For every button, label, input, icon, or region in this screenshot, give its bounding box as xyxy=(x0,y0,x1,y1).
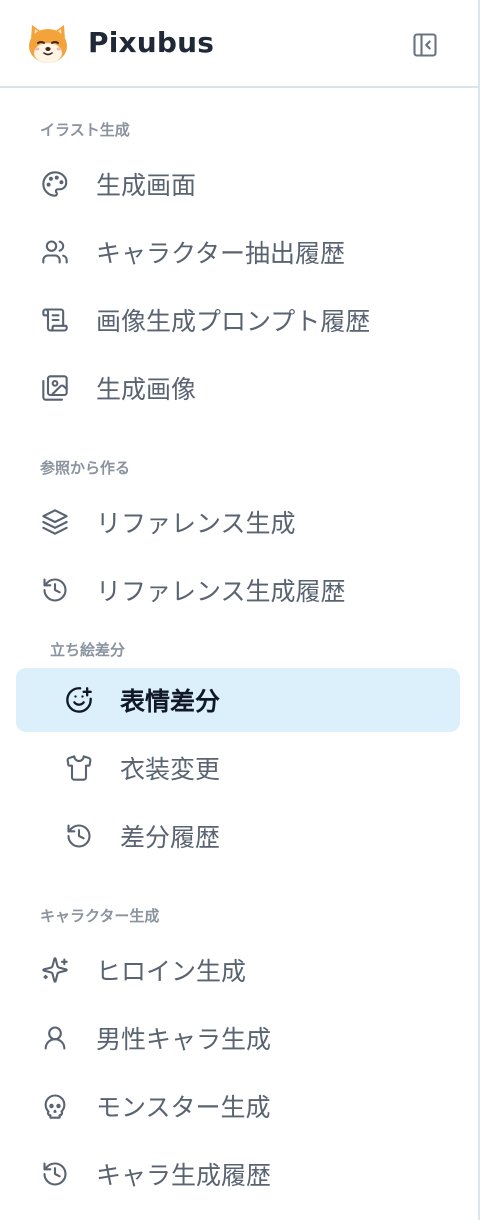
section-label-illust: イラスト生成 xyxy=(40,121,130,139)
section-label-reference: 参照から作る xyxy=(40,459,131,477)
nav-label: 男性キャラ生成 xyxy=(96,1025,272,1054)
nav-item-costume-change[interactable]: 衣装変更 xyxy=(16,736,460,800)
nav-label: キャラクター抽出履歴 xyxy=(96,239,346,268)
nav-item-character-extraction-history[interactable]: キャラクター抽出履歴 xyxy=(40,220,480,284)
sidebar-header: Pixubus xyxy=(0,0,478,88)
panel-left-close-icon xyxy=(413,33,437,57)
nav-label: 表情差分 xyxy=(120,687,221,716)
nav-label: リファレンス生成履歴 xyxy=(96,577,346,606)
shiba-logo-icon xyxy=(26,22,70,66)
nav-label: モンスター生成 xyxy=(96,1093,271,1122)
sparkles-icon xyxy=(40,955,70,985)
users-icon xyxy=(40,237,70,267)
smile-plus-icon xyxy=(64,685,94,715)
nav-label: 生成画面 xyxy=(96,171,197,200)
nav-item-reference-generate[interactable]: リファレンス生成 xyxy=(40,490,480,554)
nav-item-expression-diff[interactable]: 表情差分 xyxy=(16,668,460,732)
nav-item-generate-screen[interactable]: 生成画面 xyxy=(40,152,480,216)
nav-item-reference-history[interactable]: リファレンス生成履歴 xyxy=(40,558,480,622)
skull-icon xyxy=(40,1091,70,1121)
nav-label: 衣装変更 xyxy=(120,755,221,784)
history-icon xyxy=(40,575,70,605)
history-icon xyxy=(40,1159,70,1189)
nav-item-character-generate-history[interactable]: キャラ生成履歴 xyxy=(40,1142,480,1206)
nav-label: キャラ生成履歴 xyxy=(96,1161,272,1190)
collapse-sidebar-button[interactable] xyxy=(408,28,442,62)
history-icon xyxy=(64,821,94,851)
nav-item-male-character-generate[interactable]: 男性キャラ生成 xyxy=(40,1006,480,1070)
scroll-text-icon xyxy=(40,305,70,335)
nav-label: 画像生成プロンプト履歴 xyxy=(96,307,371,336)
nav-label: 差分履歴 xyxy=(120,823,221,852)
shirt-icon xyxy=(64,753,94,783)
nav-label: ヒロイン生成 xyxy=(96,957,247,986)
nav-label: 生成画像 xyxy=(96,375,197,404)
app-name: Pixubus xyxy=(88,26,215,59)
nav-item-generated-images[interactable]: 生成画像 xyxy=(40,356,480,420)
nav-item-heroine-generate[interactable]: ヒロイン生成 xyxy=(40,938,480,1002)
layers-icon xyxy=(40,507,70,537)
nav-item-prompt-history[interactable]: 画像生成プロンプト履歴 xyxy=(40,288,480,352)
images-icon xyxy=(40,373,70,403)
nav-item-diff-history[interactable]: 差分履歴 xyxy=(16,804,460,868)
section-label-standing: 立ち絵差分 xyxy=(50,641,126,659)
user-icon xyxy=(40,1023,70,1053)
section-label-character: キャラクター生成 xyxy=(40,907,160,925)
nav-item-monster-generate[interactable]: モンスター生成 xyxy=(40,1074,480,1138)
palette-icon xyxy=(40,169,70,199)
nav-label: リファレンス生成 xyxy=(96,509,296,538)
